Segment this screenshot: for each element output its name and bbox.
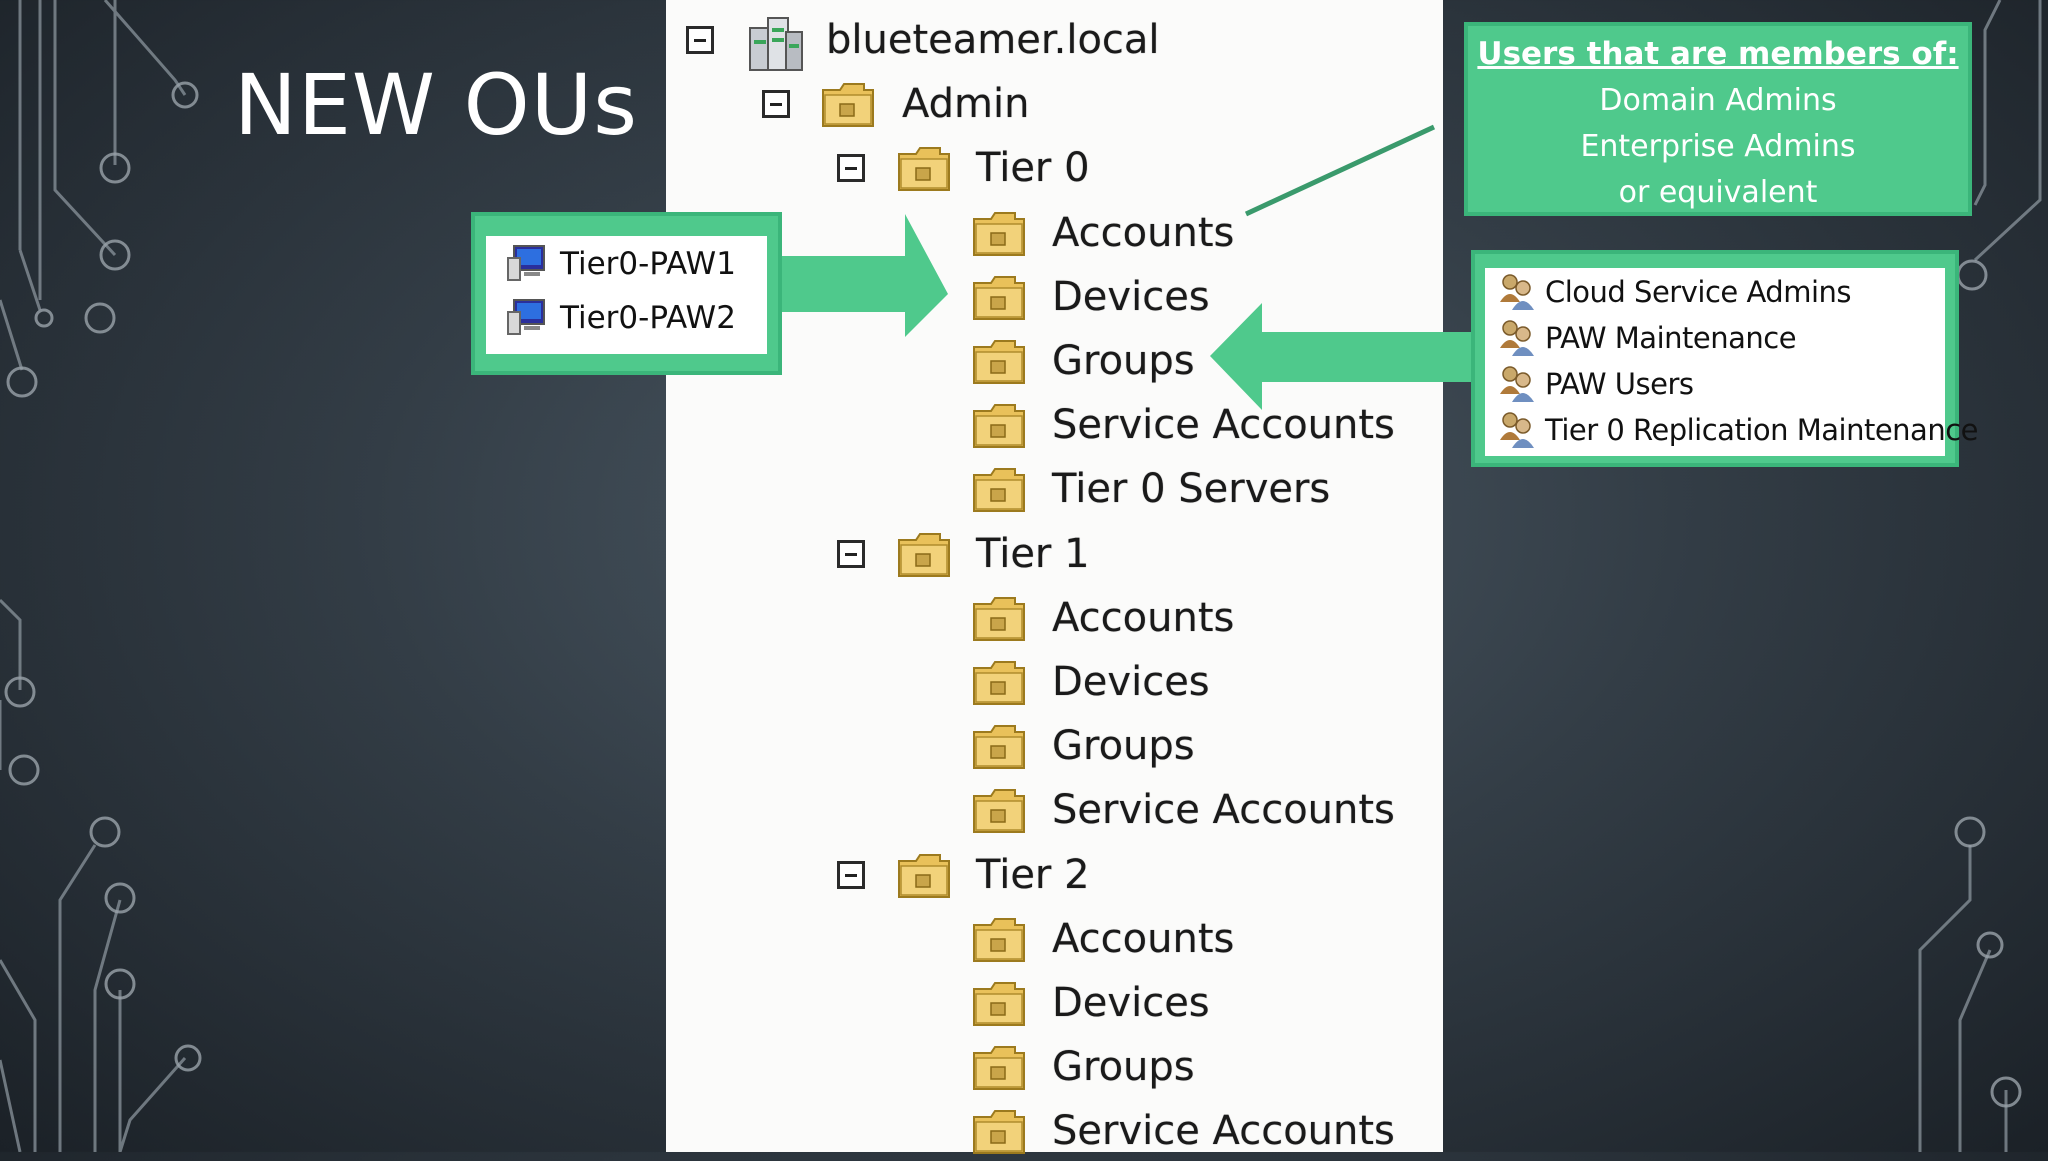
tree-node-label: Tier 0 [976,145,1090,192]
tree-node-label: Tier 0 Servers [1052,466,1331,513]
members-line: Enterprise Admins [1580,129,1856,164]
ou-folder-icon [971,463,1027,515]
collapse-toggle-icon[interactable] [837,860,865,889]
tree-node-ou[interactable]: Groups [0,1037,2048,1097]
tree-node-label: Devices [1052,659,1210,705]
tree-node-label: Groups [1052,723,1195,770]
computer-icon [507,299,545,335]
tree-node-ou[interactable]: Service Accounts [0,1101,2048,1161]
tree-node-label: Tier 2 [976,851,1090,898]
tree-node-ou[interactable]: Accounts [0,588,2048,648]
domain-icon [746,14,803,71]
tree-node-ou[interactable]: Devices [0,973,2048,1033]
group-item[interactable]: PAW Users [1497,364,1694,404]
ou-folder-icon [971,720,1027,772]
tree-node-ou[interactable]: Groups [0,716,2048,776]
ou-folder-icon [896,528,952,580]
members-callout: Users that are members of: Domain Admins… [1464,22,1972,216]
tree-node-label: Groups [1052,338,1195,384]
group-label: PAW Maintenance [1545,321,1797,355]
tree-node-label: Groups [1052,1044,1195,1091]
tree-node-label: blueteamer.local [826,17,1160,63]
group-icon [1500,320,1534,356]
members-line: Domain Admins [1599,83,1837,118]
group-item[interactable]: PAW Maintenance [1497,318,1797,358]
ou-folder-icon [971,271,1027,323]
ou-folder-icon [971,656,1027,708]
tree-node-label: Accounts [1052,594,1235,641]
group-label: PAW Users [1545,367,1694,401]
ou-folder-icon [971,335,1027,387]
groups-list: Cloud Service Admins PAW Maintenance PAW… [1485,268,1979,456]
tree-node-ou[interactable]: Tier 0 Servers [0,459,2048,519]
tree-node-label: Service Accounts [1052,1108,1395,1155]
paw-item[interactable]: Tier0-PAW2 [504,298,736,338]
tree-node-ou[interactable]: Devices [0,652,2048,712]
members-line: or equivalent [1618,175,1818,210]
group-icon [1500,366,1534,402]
paw-devices-list: Tier0-PAW1 Tier0-PAW2 [486,236,767,354]
ou-folder-icon [971,207,1027,259]
ou-folder-icon [971,592,1027,644]
tree-node-label: Devices [1052,273,1210,320]
paw-label: Tier0-PAW1 [560,246,736,282]
tree-node-ou[interactable]: Accounts [0,909,2048,969]
collapse-toggle-icon[interactable] [762,90,790,119]
tree-node-label: Service Accounts [1052,402,1395,449]
computer-icon [507,245,545,281]
ou-folder-icon [820,78,876,130]
ou-folder-icon [971,1105,1027,1157]
paw-label: Tier0-PAW2 [560,300,736,336]
group-icon [1500,274,1534,310]
tree-node-label: Admin [902,81,1030,128]
group-item[interactable]: Tier 0 Replication Maintenance [1497,410,1979,450]
tree-node-ou[interactable]: Tier 1 [0,524,2048,584]
ou-folder-icon [971,977,1027,1029]
tree-node-label: Tier 1 [976,530,1090,577]
tree-node-label: Accounts [1052,915,1235,962]
paw-item[interactable]: Tier0-PAW1 [504,244,736,284]
ou-folder-icon [896,849,952,901]
collapse-toggle-icon[interactable] [686,26,714,54]
ou-folder-icon [971,1041,1027,1093]
tree-node-label: Service Accounts [1052,787,1395,834]
tree-node-label: Accounts [1052,209,1235,256]
ou-folder-icon [971,399,1027,451]
groups-callout: Cloud Service Admins PAW Maintenance PAW… [1471,250,1979,467]
tree-node-ou[interactable]: Tier 2 [0,845,2048,905]
group-item[interactable]: Cloud Service Admins [1497,272,1851,312]
paw-devices-callout: Tier0-PAW1 Tier0-PAW2 [471,212,782,375]
collapse-toggle-icon[interactable] [837,539,865,568]
members-heading: Users that are members of: [1477,36,1959,72]
ou-folder-icon [896,142,952,194]
tree-node-ou[interactable]: Service Accounts [0,780,2048,840]
ou-folder-icon [971,784,1027,836]
group-label: Tier 0 Replication Maintenance [1545,413,1979,447]
ou-folder-icon [971,913,1027,965]
collapse-toggle-icon[interactable] [837,154,865,183]
tree-node-label: Devices [1052,980,1210,1026]
group-label: Cloud Service Admins [1545,275,1851,309]
group-icon [1500,412,1534,448]
